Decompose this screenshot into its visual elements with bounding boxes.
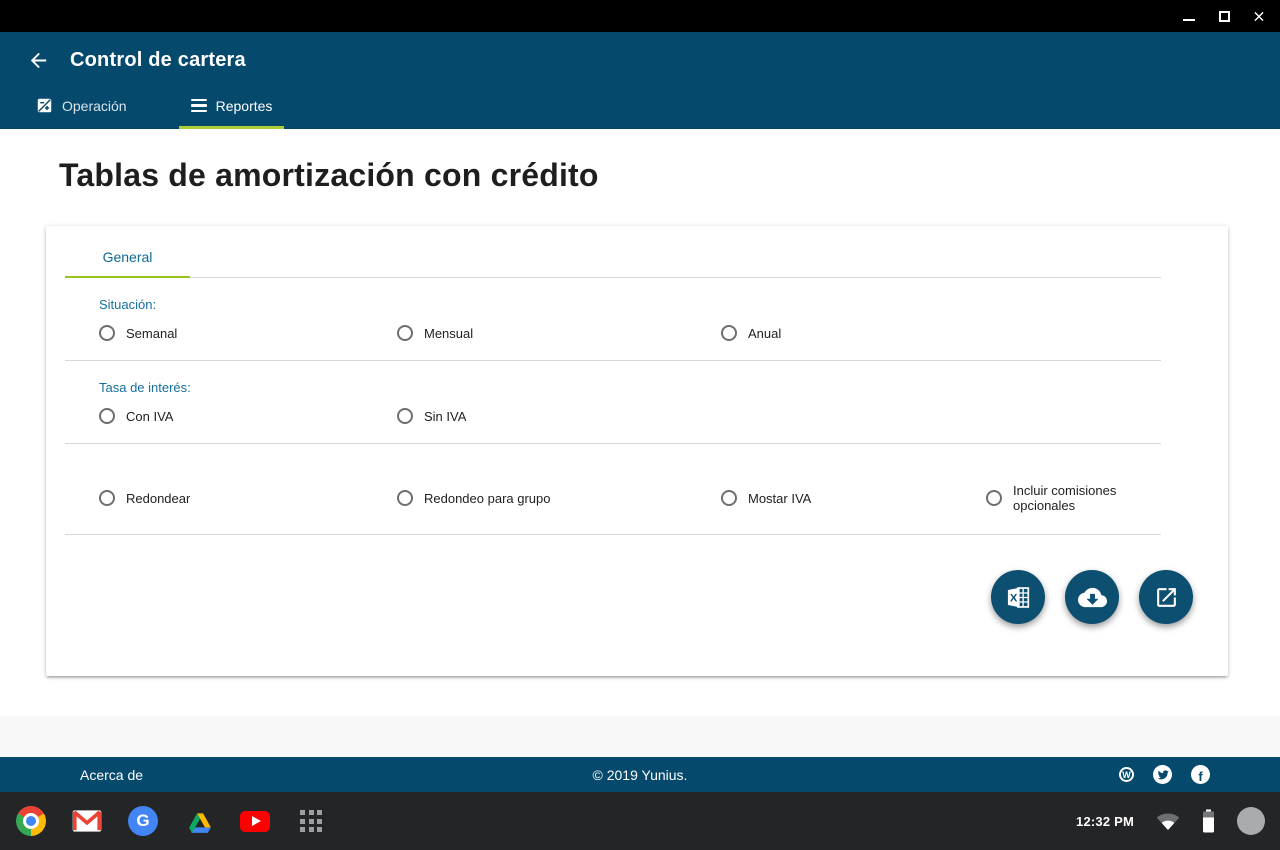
- page-background-strip: [0, 716, 1280, 757]
- about-link[interactable]: Acerca de: [80, 767, 143, 783]
- minimize-button[interactable]: [1182, 9, 1196, 23]
- section-tasa-interes: Tasa de interés: Con IVA Sin IVA: [65, 361, 1161, 444]
- excel-icon: X: [1005, 584, 1032, 611]
- google-button[interactable]: G: [128, 806, 158, 836]
- tab-operacion-label: Operación: [62, 98, 127, 114]
- radio-option-anual[interactable]: Anual: [721, 325, 986, 341]
- tab-operacion[interactable]: Operación: [36, 87, 139, 129]
- window-title-bar: [0, 0, 1280, 32]
- back-button[interactable]: [26, 48, 50, 72]
- radio-icon[interactable]: [986, 490, 1002, 506]
- wordpress-icon[interactable]: W: [1119, 767, 1134, 782]
- radio-label: Incluir comisiones opcionales: [1013, 483, 1118, 513]
- main-content: Tablas de amortización con crédito Gener…: [0, 129, 1280, 716]
- app-header: Control de cartera Operación Reportes: [0, 32, 1280, 129]
- close-icon: [1252, 9, 1266, 24]
- section-opciones: Redondear Redondeo para grupo Mostar IVA…: [65, 444, 1161, 535]
- shelf-apps: G: [16, 792, 326, 850]
- radio-label: Anual: [748, 326, 781, 341]
- radio-icon[interactable]: [721, 490, 737, 506]
- card-tabs-row: General: [65, 226, 1161, 278]
- exposure-icon: [36, 97, 53, 114]
- radio-label: Redondear: [126, 491, 190, 506]
- account-avatar[interactable]: [1237, 807, 1265, 835]
- radio-option-con-iva[interactable]: Con IVA: [99, 408, 397, 424]
- drive-icon: [185, 808, 214, 834]
- radio-option-semanal[interactable]: Semanal: [99, 325, 397, 341]
- google-icon: G: [128, 806, 158, 836]
- youtube-icon: [240, 811, 270, 832]
- section-situacion-label: Situación:: [65, 278, 1161, 312]
- window-controls: [1182, 0, 1266, 32]
- twitter-icon[interactable]: [1153, 765, 1172, 784]
- open-in-new-button[interactable]: [1139, 570, 1193, 624]
- radio-option-sin-iva[interactable]: Sin IVA: [397, 408, 721, 424]
- reorder-icon: [191, 99, 207, 112]
- app-launcher-icon: [300, 810, 322, 832]
- radio-label: Semanal: [126, 326, 177, 341]
- battery-icon[interactable]: [1202, 809, 1215, 833]
- radio-option-redondeo-grupo[interactable]: Redondeo para grupo: [397, 483, 721, 513]
- minimize-icon: [1183, 19, 1195, 21]
- clock[interactable]: 12:32 PM: [1076, 814, 1134, 829]
- wifi-icon[interactable]: [1156, 811, 1180, 831]
- export-excel-button[interactable]: X: [991, 570, 1045, 624]
- drive-button[interactable]: [184, 806, 214, 836]
- radio-option-incluir-comisiones[interactable]: Incluir comisiones opcionales: [986, 483, 1136, 513]
- radio-label: Sin IVA: [424, 409, 466, 424]
- copyright-text: © 2019 Yunius.: [0, 767, 1280, 783]
- maximize-button[interactable]: [1217, 9, 1231, 23]
- facebook-icon[interactable]: f: [1191, 765, 1210, 784]
- radio-option-mostar-iva[interactable]: Mostar IVA: [721, 483, 986, 513]
- radio-icon[interactable]: [397, 408, 413, 424]
- gmail-icon: [72, 810, 102, 832]
- app-title: Control de cartera: [70, 49, 246, 72]
- radio-label: Redondeo para grupo: [424, 491, 551, 506]
- report-card: General Situación: Semanal Mensual Anual: [46, 226, 1228, 676]
- section-situacion: Situación: Semanal Mensual Anual: [65, 278, 1161, 361]
- chrome-icon: [16, 806, 46, 836]
- radio-option-mensual[interactable]: Mensual: [397, 325, 721, 341]
- radio-icon[interactable]: [721, 325, 737, 341]
- open-in-new-icon: [1154, 585, 1179, 610]
- gmail-button[interactable]: [72, 806, 102, 836]
- maximize-icon: [1219, 11, 1230, 22]
- radio-icon[interactable]: [99, 490, 115, 506]
- twitter-bird-icon: [1157, 769, 1169, 781]
- card-tab-general[interactable]: General: [65, 249, 190, 278]
- page-title: Tablas de amortización con crédito: [0, 129, 1280, 194]
- radio-icon[interactable]: [99, 408, 115, 424]
- card-actions: X: [46, 535, 1228, 624]
- shelf: G 12:32 PM: [0, 792, 1280, 850]
- radio-icon[interactable]: [397, 490, 413, 506]
- radio-option-redondear[interactable]: Redondear: [99, 483, 397, 513]
- header-tabs: Operación Reportes: [36, 87, 284, 129]
- section-tasa-label: Tasa de interés:: [65, 361, 1161, 395]
- facebook-f-glyph: f: [1198, 770, 1202, 783]
- page-footer: Acerca de © 2019 Yunius. W f: [0, 757, 1280, 792]
- close-button[interactable]: [1252, 9, 1266, 23]
- arrow-back-icon: [27, 49, 50, 72]
- social-links: W f: [1119, 765, 1210, 784]
- chrome-button[interactable]: [16, 806, 46, 836]
- cloud-download-icon: [1078, 583, 1107, 612]
- tab-reportes-label: Reportes: [216, 98, 273, 114]
- youtube-button[interactable]: [240, 806, 270, 836]
- radio-icon[interactable]: [99, 325, 115, 341]
- svg-text:X: X: [1009, 592, 1017, 604]
- app-launcher-button[interactable]: [296, 806, 326, 836]
- radio-label: Mensual: [424, 326, 473, 341]
- radio-icon[interactable]: [397, 325, 413, 341]
- download-button[interactable]: [1065, 570, 1119, 624]
- radio-label: Mostar IVA: [748, 491, 811, 506]
- tab-reportes[interactable]: Reportes: [179, 87, 285, 129]
- radio-label: Con IVA: [126, 409, 173, 424]
- shelf-status-area[interactable]: 12:32 PM: [1076, 792, 1265, 850]
